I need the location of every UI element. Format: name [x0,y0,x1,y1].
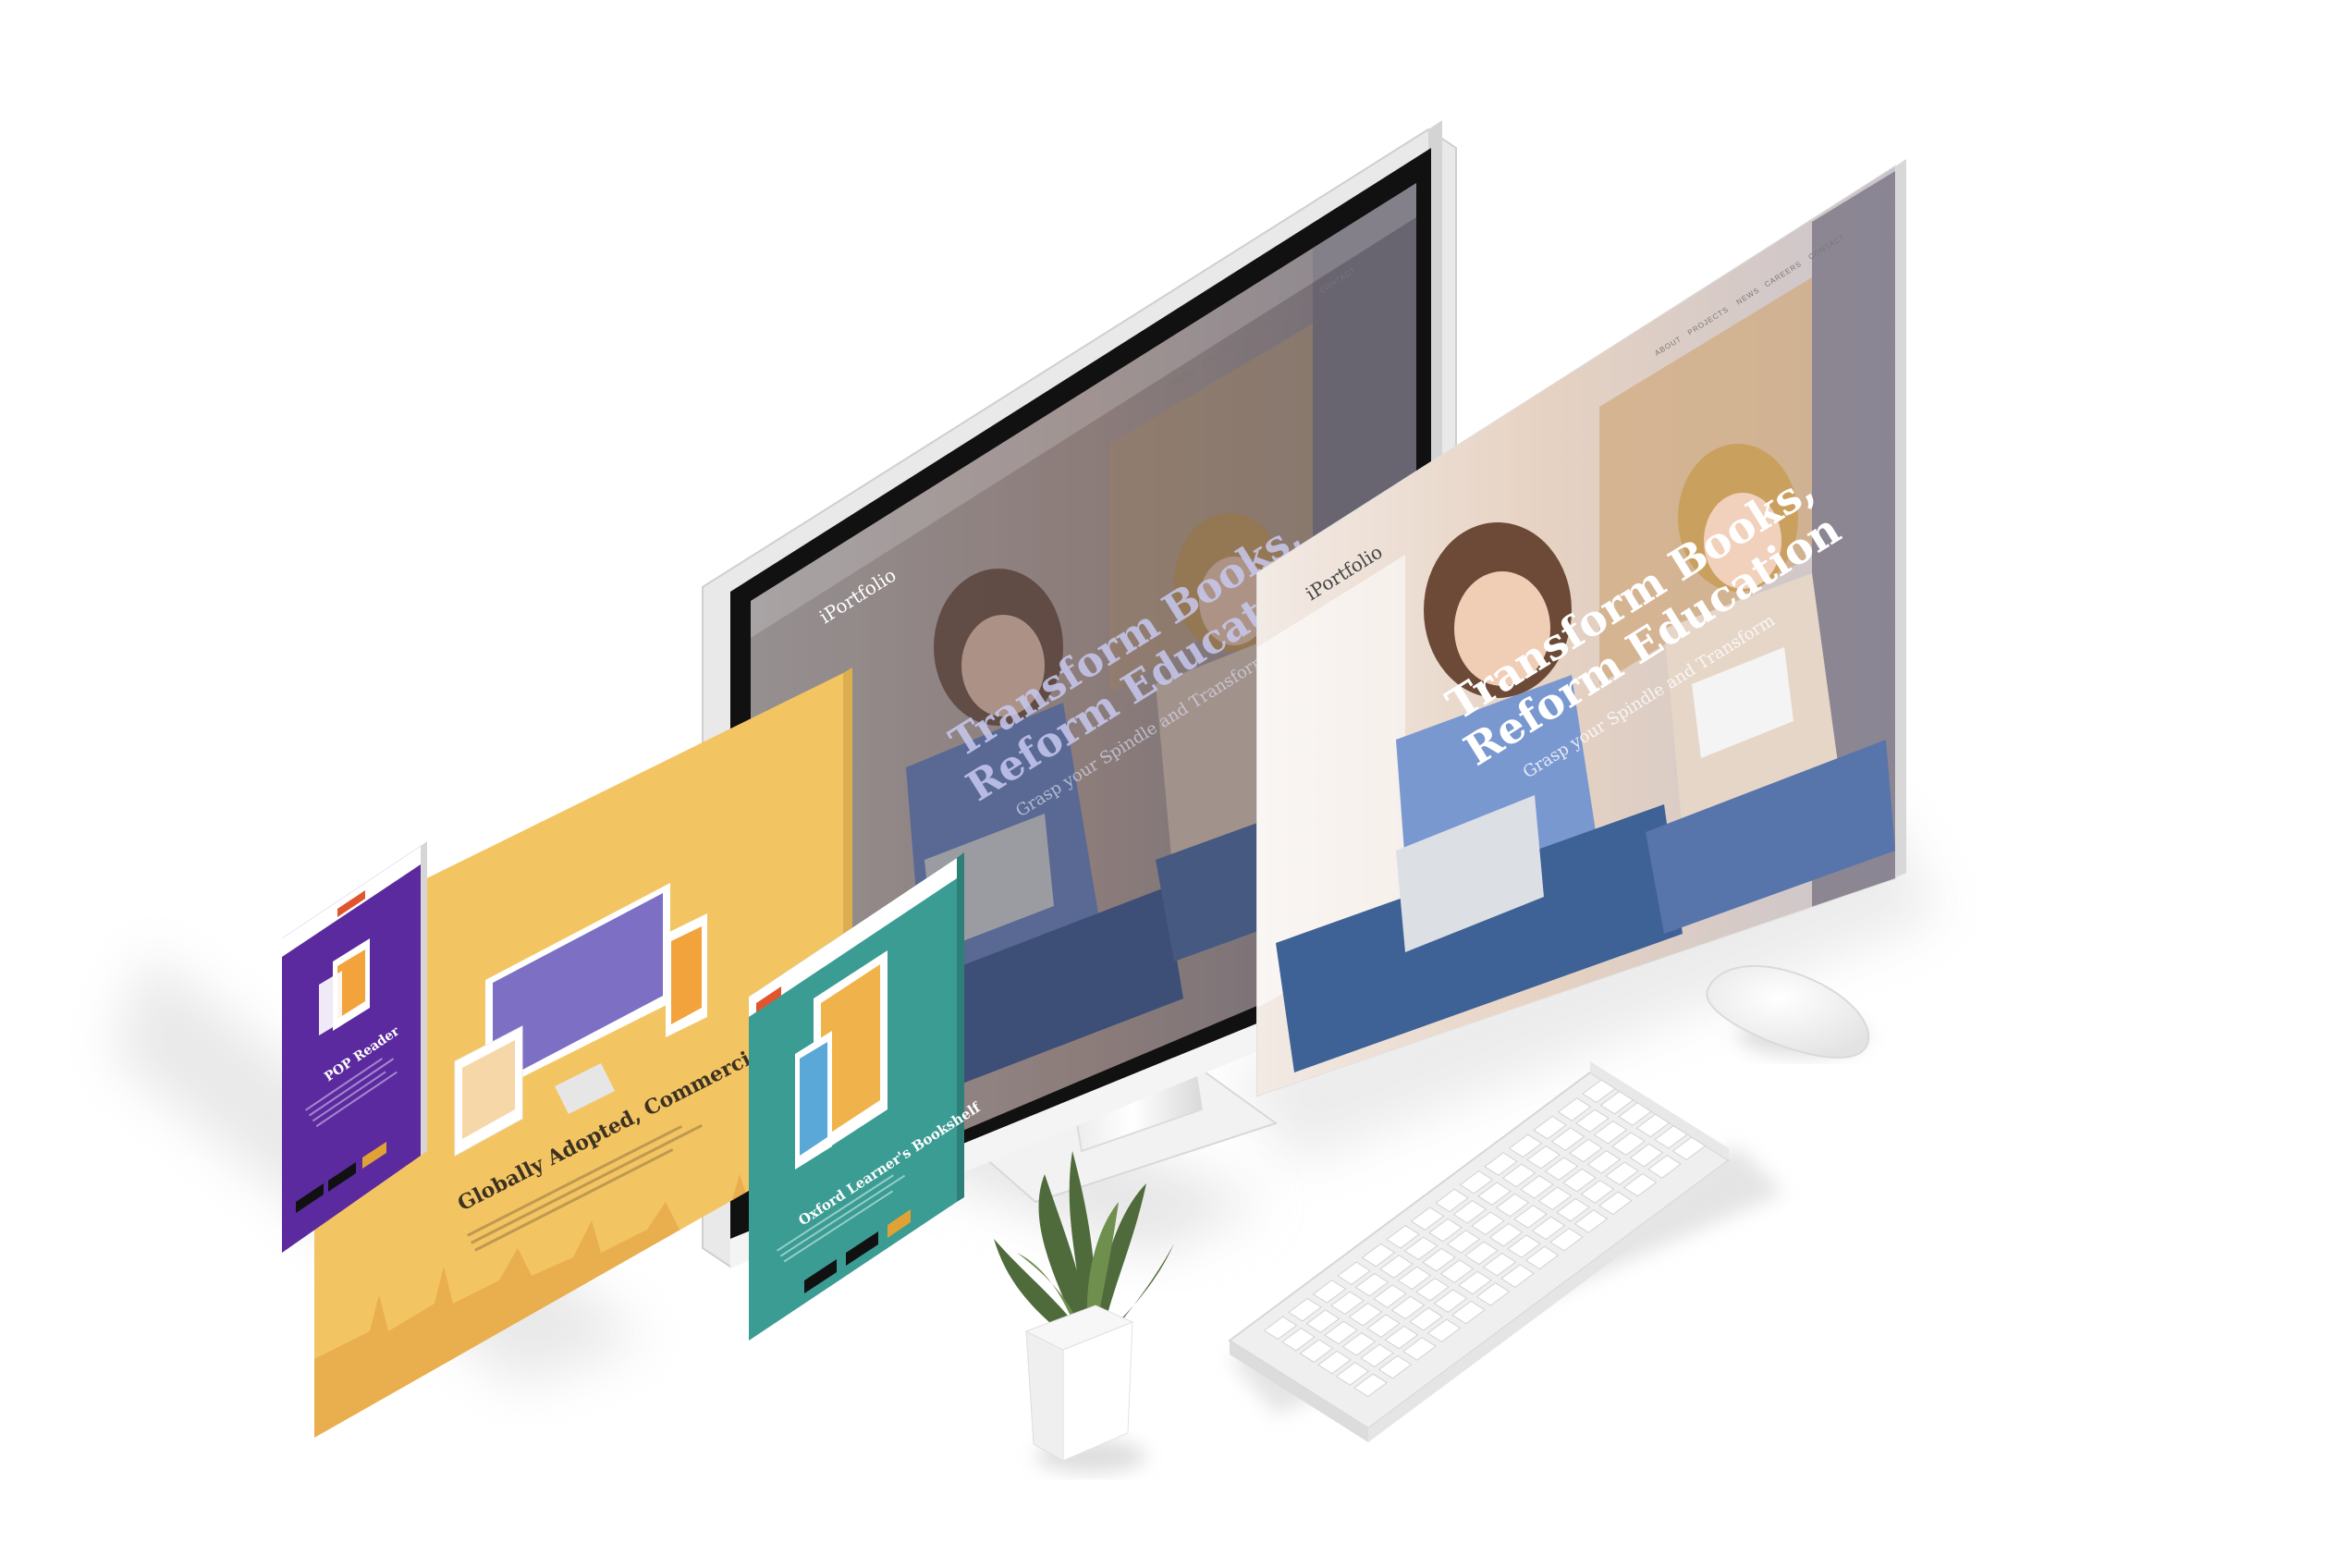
mouse[interactable] [0,0,2326,1568]
